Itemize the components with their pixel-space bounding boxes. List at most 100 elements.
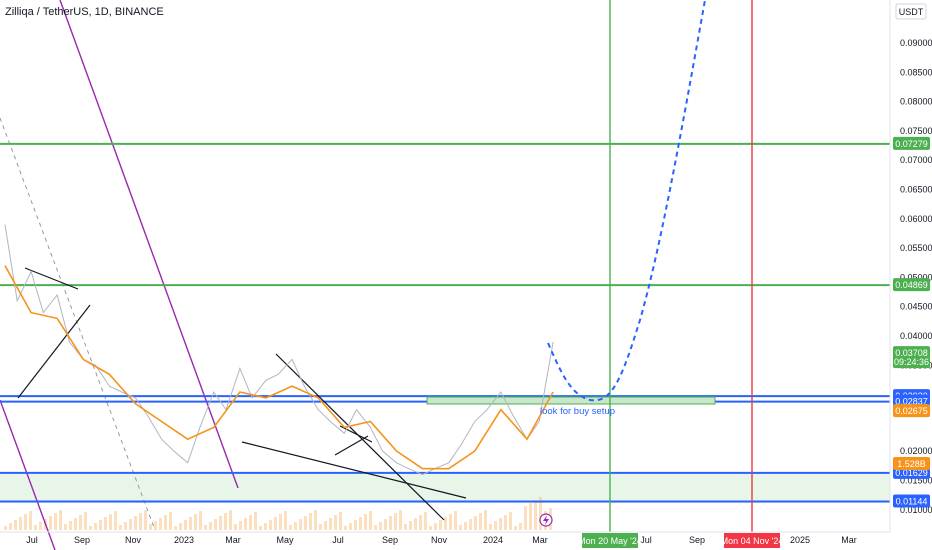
y-tick-label: 0.07500 [900, 126, 932, 136]
x-tick-label: 2025 [790, 535, 810, 545]
volume-bar [349, 523, 352, 530]
volume-bar [399, 510, 402, 530]
volume-bar [74, 518, 77, 530]
x-tick-label: 2023 [174, 535, 194, 545]
x-tick-label: Sep [74, 535, 90, 545]
volume-bar [529, 503, 532, 530]
volume-bar [24, 514, 27, 530]
volume-bar [279, 514, 282, 530]
volume-bar [174, 526, 177, 530]
volume-bar [54, 513, 57, 530]
volume-bar [234, 524, 237, 530]
volume-bar [389, 516, 392, 530]
volume-bar [299, 519, 302, 530]
volume-bar [474, 516, 477, 530]
volume-bar [344, 526, 347, 530]
volume-bar [194, 514, 197, 530]
x-tick-label: May [276, 535, 294, 545]
volume-bar [189, 517, 192, 530]
y-tick-label: 0.02000 [900, 446, 932, 456]
volume-bar [94, 523, 97, 530]
y-tick-label: 0.08500 [900, 67, 932, 77]
volume-bar [139, 513, 142, 530]
volume-bar [489, 524, 492, 530]
volume-bar [69, 521, 72, 530]
volume-bar [104, 517, 107, 530]
volume-bar [304, 516, 307, 530]
x-tick-label: Nov [431, 535, 448, 545]
volume-bar [469, 519, 472, 530]
x-tick-label: Sep [382, 535, 398, 545]
price-tag-label: 1.528B [897, 459, 926, 469]
volume-bar [209, 522, 212, 530]
volume-bar [484, 510, 487, 530]
volume-bar [534, 500, 537, 530]
x-tick-label: 2024 [483, 535, 503, 545]
x-tick-label: Sep [689, 535, 705, 545]
y-tick-label: 0.04500 [900, 302, 932, 312]
volume-bar [464, 522, 467, 530]
volume-bar [459, 525, 462, 530]
lightning-icon[interactable] [539, 513, 553, 527]
volume-bar [144, 510, 147, 530]
y-tick-label: 0.06500 [900, 185, 932, 195]
volume-bar [509, 512, 512, 530]
volume-bar [334, 515, 337, 530]
volume-bar [439, 520, 442, 530]
volume-bar [179, 523, 182, 530]
volume-bar [329, 518, 332, 530]
volume-bar [284, 511, 287, 530]
y-tick-label: 0.09000 [900, 38, 932, 48]
volume-bar [294, 522, 297, 530]
x-tick-label: Nov [125, 535, 142, 545]
volume-bar [109, 514, 112, 530]
volume-bar [254, 512, 257, 530]
volume-bar [454, 511, 457, 530]
volume-bar [204, 525, 207, 530]
volume-bar [319, 524, 322, 530]
chart-canvas[interactable]: look for buy setup Zilliqa / TetherUS, 1… [0, 0, 932, 550]
x-tick-label: Jul [332, 535, 344, 545]
y-tick-label: 0.07000 [900, 155, 932, 165]
volume-bar [449, 514, 452, 530]
buy-setup-annotation: look for buy setup [540, 406, 615, 417]
y-tick-label: 0.08000 [900, 97, 932, 107]
volume-bar [494, 521, 497, 530]
volume-bar [64, 524, 67, 530]
volume-bar [324, 521, 327, 530]
volume-bar [4, 526, 7, 530]
volume-bar [519, 523, 522, 530]
volume-bar [374, 525, 377, 530]
volume-bar [164, 515, 167, 530]
volume-bar [269, 520, 272, 530]
volume-bar [424, 512, 427, 530]
volume-bar [219, 516, 222, 530]
volume-bar [134, 516, 137, 530]
volume-bar [314, 510, 317, 530]
level-tag-label: 0.04869 [895, 280, 928, 290]
volume-bar [59, 510, 62, 530]
volume-bar [184, 520, 187, 530]
volume-bar [79, 515, 82, 530]
volume-bar [129, 519, 132, 530]
volume-bar [434, 523, 437, 530]
volume-bar [34, 525, 37, 530]
volume-bar [309, 513, 312, 530]
volume-bar [239, 521, 242, 530]
volume-bar [289, 525, 292, 530]
date-marker-label: Mon 20 May '24 [578, 536, 642, 546]
volume-bar [199, 511, 202, 530]
chart-title: Zilliqa / TetherUS, 1D, BINANCE [5, 6, 164, 18]
volume-bar [214, 519, 217, 530]
volume-bar [524, 506, 527, 530]
y-tick-label: 0.06000 [900, 214, 932, 224]
volume-bar [359, 517, 362, 530]
volume-bar [119, 525, 122, 530]
plot-background [0, 0, 890, 550]
volume-bar [384, 519, 387, 530]
volume-bar [154, 521, 157, 530]
level-tag-label: 0.07279 [895, 139, 928, 149]
volume-bar [19, 517, 22, 530]
date-marker-label: Mon 04 Nov '24 [721, 536, 784, 546]
volume-bar [394, 513, 397, 530]
